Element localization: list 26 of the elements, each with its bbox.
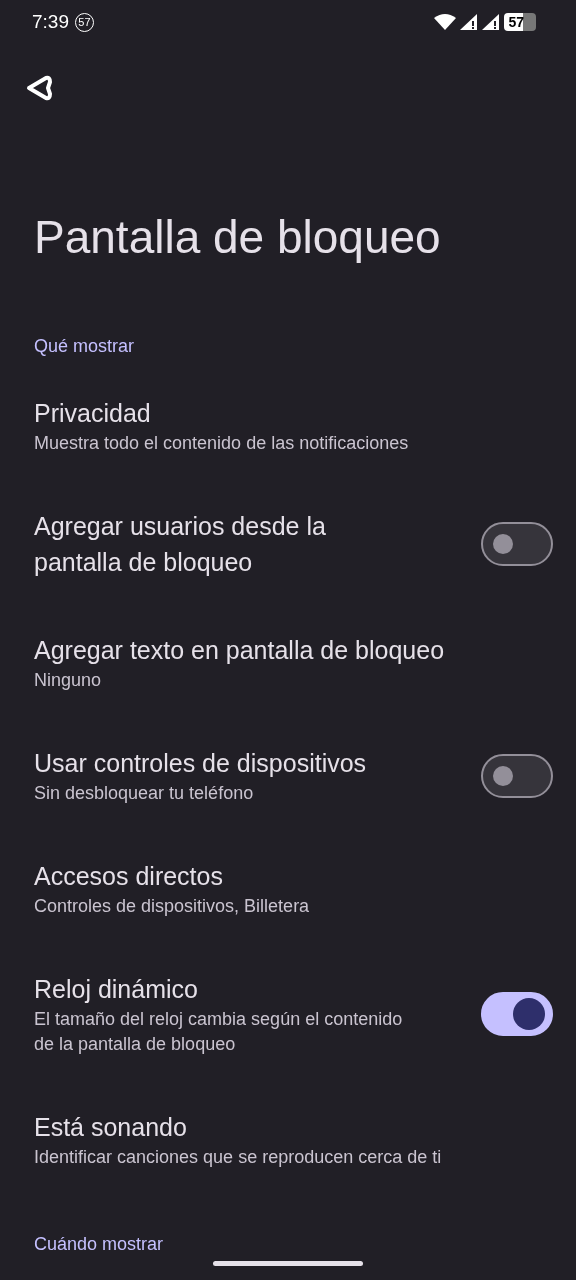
page-title: Pantalla de bloqueo — [34, 210, 442, 265]
back-icon[interactable] — [24, 73, 54, 103]
setting-summary: El tamaño del reloj cambia según el contenido de la pantalla de bloqueo — [34, 1008, 404, 1056]
setting-summary: Controles de dispositivos, Billetera — [34, 895, 311, 918]
setting-summary: Identificar canciones que se reproducen cerca de ti — [34, 1146, 443, 1169]
setting-title[interactable]: Agregar texto en pantalla de bloqueo — [34, 632, 553, 668]
setting-title[interactable]: Reloj dinámico — [34, 971, 386, 1007]
setting-title[interactable]: Usar controles de dispositivos — [34, 745, 386, 781]
toggle-switch[interactable] — [481, 992, 553, 1036]
section-header: Cuándo mostrar — [33, 1233, 165, 1256]
setting-title[interactable]: Accesos directos — [34, 858, 553, 894]
setting-title[interactable]: Está sonando — [34, 1109, 553, 1145]
status-time: 7:39 — [32, 11, 69, 33]
signal-icon — [482, 14, 501, 30]
setting-summary: Sin desbloquear tu teléfono — [34, 782, 255, 805]
battery-level: 57 — [504, 13, 536, 31]
toggle-switch[interactable] — [481, 753, 553, 798]
section-header: Qué mostrar — [33, 335, 136, 358]
setting-title[interactable]: Agregar usuarios desde la pantalla de bloqueo — [34, 508, 386, 580]
setting-title[interactable]: Privacidad — [34, 395, 553, 431]
navigation-handle[interactable] — [213, 1261, 363, 1266]
toggle-switch[interactable] — [481, 522, 553, 566]
wifi-icon — [434, 14, 457, 30]
setting-summary: Muestra todo el contenido de las notificaciones — [34, 432, 410, 455]
setting-summary: Ninguno — [34, 669, 103, 692]
signal-icon — [460, 14, 479, 30]
